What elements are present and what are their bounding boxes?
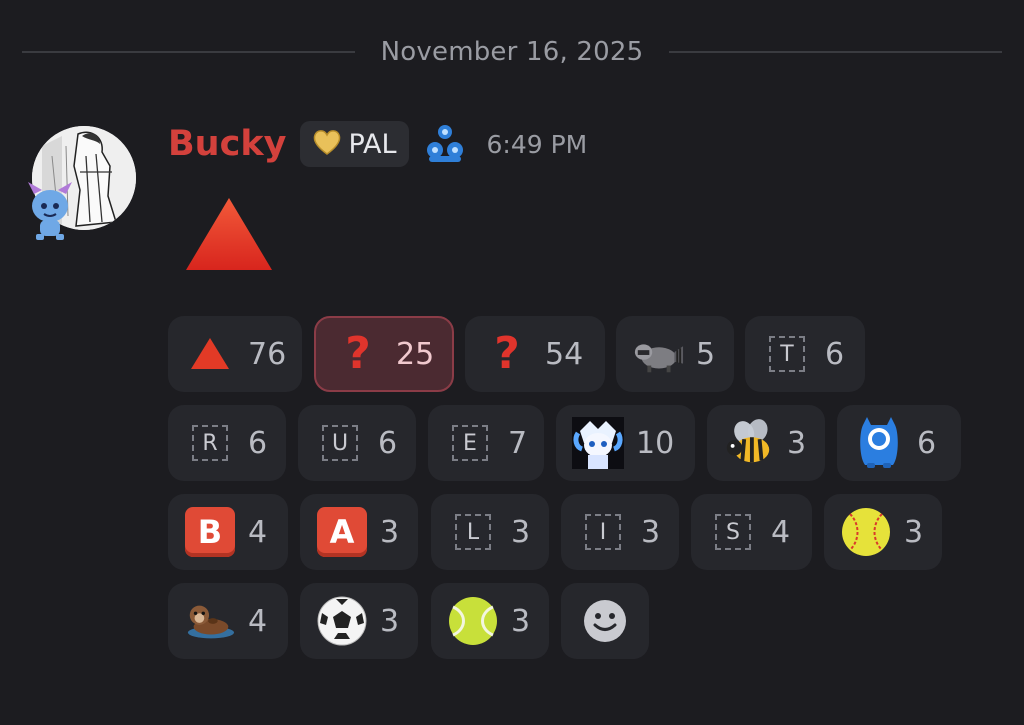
reaction-letter-r[interactable]: R 6 (168, 405, 286, 481)
reaction-otter[interactable]: 4 (168, 583, 288, 659)
reaction-letter-i[interactable]: I 3 (561, 494, 679, 570)
letter-i-icon: I (577, 506, 629, 558)
reaction-a-button[interactable]: A 3 (300, 494, 418, 570)
add-reaction-button[interactable] (561, 583, 649, 659)
reaction-bee[interactable]: 3 (707, 405, 825, 481)
tennis-ball-icon (447, 595, 499, 647)
reaction-count: 3 (511, 514, 531, 550)
reaction-b-button[interactable]: B 4 (168, 494, 288, 570)
reaction-count: 6 (825, 336, 845, 372)
blue-monster-icon (853, 417, 905, 469)
reaction-count: 76 (248, 336, 287, 372)
reaction-count: 6 (248, 425, 268, 461)
letter-e-icon: E (444, 417, 496, 469)
red-question-mark-icon: ? (345, 328, 371, 379)
letter-u-icon: U (314, 417, 366, 469)
heart-badge-icon (312, 128, 342, 160)
reaction-blue-monster[interactable]: 6 (837, 405, 961, 481)
reaction-letter-e[interactable]: E 7 (428, 405, 544, 481)
divider-date: November 16, 2025 (380, 37, 644, 67)
reaction-letter-l[interactable]: L 3 (431, 494, 549, 570)
anime-character-icon (572, 417, 624, 469)
otter-icon (184, 595, 236, 647)
reaction-red-triangle[interactable]: 76 (168, 316, 302, 392)
reaction-count: 3 (380, 514, 400, 550)
date-divider: November 16, 2025 (22, 34, 1003, 70)
message-header: Bucky PAL 6:49 PM (168, 118, 587, 170)
reaction-count: 3 (787, 425, 807, 461)
reaction-count: 4 (248, 514, 268, 550)
divider-line-right (669, 51, 1003, 53)
b-button-icon: B (184, 506, 236, 558)
avatar-decoration-icon (22, 176, 78, 242)
username[interactable]: Bucky (168, 124, 286, 164)
red-triangle-up-icon (184, 328, 236, 380)
server-tag-label: PAL (348, 128, 397, 160)
reaction-count: 25 (396, 336, 435, 372)
reaction-count: 5 (696, 336, 716, 372)
reaction-count: 7 (508, 425, 528, 461)
reaction-question-mark[interactable]: ? 54 (465, 316, 605, 392)
reaction-letter-u[interactable]: U 6 (298, 405, 416, 481)
a-button-icon: A (316, 506, 368, 558)
reaction-tennis-ball[interactable]: 3 (431, 583, 549, 659)
reaction-soccer-ball[interactable]: 3 (300, 583, 418, 659)
reaction-count: 6 (378, 425, 398, 461)
reaction-letter-s[interactable]: S 4 (691, 494, 812, 570)
reaction-count: 4 (248, 603, 268, 639)
letter-l-icon: L (447, 506, 499, 558)
reaction-softball[interactable]: 3 (824, 494, 942, 570)
message-timestamp: 6:49 PM (486, 129, 588, 159)
blue-figure-badge-icon[interactable] (423, 122, 467, 166)
bee-icon (723, 417, 775, 469)
red-triangle-up-icon (184, 196, 274, 272)
reaction-raccoon[interactable]: 5 (616, 316, 734, 392)
reaction-count: 10 (636, 425, 675, 461)
reaction-count: 3 (641, 514, 661, 550)
divider-line-left (22, 51, 355, 53)
reaction-question-mark-active[interactable]: ? 25 (314, 316, 454, 392)
red-question-mark-icon: ? (494, 328, 520, 379)
reaction-count: 3 (380, 603, 400, 639)
soccer-ball-icon (316, 595, 368, 647)
reaction-anime-character[interactable]: 10 (556, 405, 695, 481)
softball-icon (840, 506, 892, 558)
letter-r-icon: R (184, 417, 236, 469)
raccoon-icon (632, 328, 684, 380)
add-reaction-smiley-icon (579, 595, 631, 647)
reaction-count: 3 (511, 603, 531, 639)
reaction-letter-t[interactable]: T 6 (745, 316, 865, 392)
server-tag[interactable]: PAL (300, 121, 409, 167)
letter-s-icon: S (707, 506, 759, 558)
letter-t-icon: T (761, 328, 813, 380)
reaction-count: 6 (917, 425, 937, 461)
reaction-count: 4 (771, 514, 791, 550)
reaction-count: 3 (904, 514, 924, 550)
reaction-count: 54 (545, 336, 584, 372)
